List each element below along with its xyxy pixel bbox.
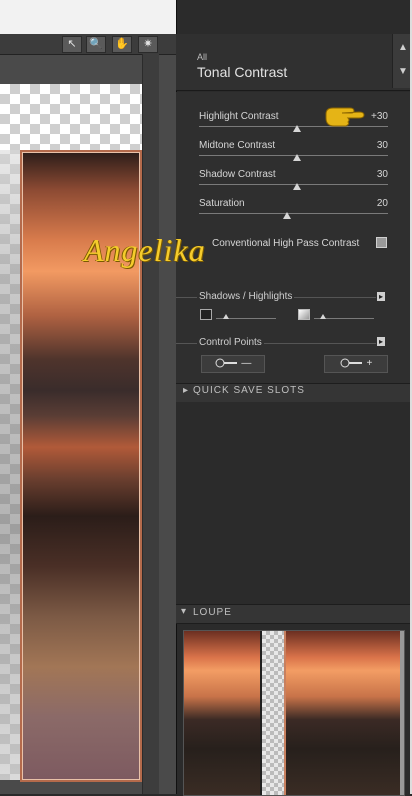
- window-top-strip: [0, 0, 176, 34]
- filter-category: All: [197, 52, 208, 62]
- high-pass-checkbox[interactable]: [376, 237, 387, 248]
- shadow-contrast-label: Shadow Contrast: [199, 169, 276, 180]
- pointing-hand-icon: [325, 107, 365, 127]
- hand-tool-icon[interactable]: ✋: [112, 36, 132, 53]
- quick-save-arrow-icon[interactable]: ▸: [183, 385, 188, 396]
- filter-header: [176, 34, 412, 91]
- image-shadow: [0, 150, 20, 780]
- shadows-swatch-icon: [200, 309, 212, 320]
- highlight-contrast-label: Highlight Contrast: [199, 111, 279, 122]
- angelika-watermark: Angelika: [84, 232, 206, 268]
- control-point-minus-button[interactable]: —: [201, 355, 265, 373]
- control-points-header[interactable]: Control Points: [197, 337, 264, 348]
- highlights-thumb[interactable]: [320, 314, 326, 319]
- highlight-contrast-thumb[interactable]: [293, 125, 301, 132]
- loupe-preview: [183, 630, 405, 796]
- loupe-image-strip: [284, 631, 402, 795]
- midtone-contrast-label: Midtone Contrast: [199, 140, 276, 151]
- expand-shadows-icon[interactable]: ▸: [377, 292, 385, 301]
- control-point-plus-button[interactable]: +: [324, 355, 388, 373]
- saturation-track[interactable]: [199, 213, 388, 214]
- loupe-label[interactable]: LOUPE: [193, 607, 232, 618]
- shadow-contrast-value[interactable]: 30: [348, 169, 388, 180]
- expand-control-points-icon[interactable]: ▸: [377, 337, 385, 346]
- image-canvas[interactable]: ↖ 🔍 ✋ ✷: [0, 0, 176, 794]
- minus-symbol: —: [241, 358, 252, 369]
- saturation-value[interactable]: 20: [348, 198, 388, 209]
- shadows-highlights-header[interactable]: Shadows / Highlights: [197, 291, 295, 302]
- quick-save-label[interactable]: QUICK SAVE SLOTS: [193, 385, 305, 396]
- filter-title: Tonal Contrast: [197, 64, 288, 80]
- control-point-tool-icon: [340, 358, 362, 368]
- saturation-thumb[interactable]: [283, 212, 291, 219]
- loupe-image-strip: [184, 631, 260, 795]
- canvas-scrollbar[interactable]: [142, 54, 159, 794]
- empty-panel-area: [176, 402, 412, 604]
- control-point-tool-icon: [215, 358, 237, 368]
- filter-selector[interactable]: ▲ ▼: [392, 34, 412, 88]
- shadows-thumb[interactable]: [223, 314, 229, 319]
- highlights-swatch-icon: [298, 309, 310, 320]
- saturation-label: Saturation: [199, 198, 245, 209]
- pointer-tool-icon[interactable]: ↖: [62, 36, 82, 53]
- midtone-contrast-value[interactable]: 30: [348, 140, 388, 151]
- shadow-contrast-thumb[interactable]: [293, 183, 301, 190]
- midtone-contrast-thumb[interactable]: [293, 154, 301, 161]
- loupe-arrow-icon[interactable]: ▾: [181, 606, 186, 617]
- zoom-tool-icon[interactable]: 🔍: [86, 36, 106, 53]
- loupe-checker: [262, 631, 284, 795]
- high-pass-checkbox-label: Conventional High Pass Contrast: [212, 238, 360, 249]
- canvas-toolbar: ↖ 🔍 ✋ ✷: [0, 34, 176, 55]
- light-tool-icon[interactable]: ✷: [138, 36, 158, 53]
- plus-symbol: +: [366, 358, 373, 369]
- loupe-edge: [400, 631, 404, 795]
